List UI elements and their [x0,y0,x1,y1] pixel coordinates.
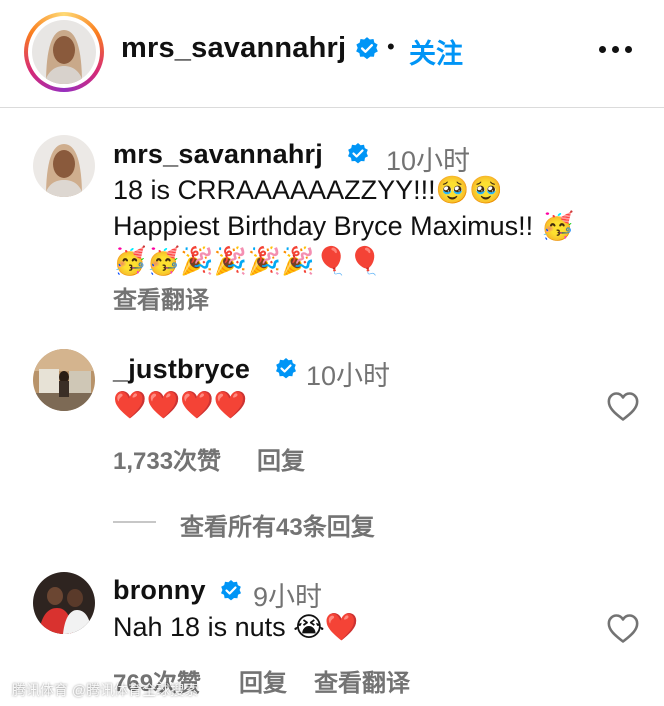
comment-text: ❤️❤️❤️❤️ [113,390,248,420]
replies-divider [113,521,156,523]
heart-icon[interactable] [606,390,640,422]
caption-line: Happiest Birthday Bryce Maximus!! 🥳 [113,211,575,241]
view-all-replies-link[interactable]: 查看所有43条回复 [180,507,375,542]
comment-username[interactable]: bronny [113,575,206,606]
caption-line: 🥳🥳🎉🎉🎉🎉🎈🎈 [113,246,382,276]
caption-avatar[interactable] [33,135,95,197]
comment-translate-link[interactable]: 查看翻译 [314,663,410,698]
watermark: 腾讯体育 @腾讯体育全球搜索 [12,682,199,698]
avatar [32,20,96,84]
comment-avatar[interactable] [33,349,95,411]
verified-badge-icon [348,143,368,164]
follow-button[interactable]: 关注 [409,32,463,71]
caption-translate-link[interactable]: 查看翻译 [113,280,209,315]
comment-timestamp: 9小时 [253,582,323,612]
comment-username[interactable]: _justbryce [113,354,250,385]
story-ring-avatar[interactable] [24,12,104,92]
header-username[interactable]: mrs_savannahrj [121,32,346,65]
comment-like-count[interactable]: 1,733次赞 [113,441,221,476]
caption-line: 18 is CRRAAAAAAZZYY!!!🥹🥹 [113,175,503,205]
comment-reply-button[interactable]: 回复 [257,441,305,476]
comment-text: Nah 18 is nuts 😭❤️ [113,612,359,642]
post-header: mrs_savannahrj • 关注 [0,0,664,108]
verified-badge-icon [221,580,241,601]
verified-badge-icon [276,358,296,379]
comment-avatar[interactable] [33,572,95,634]
separator-dot: • [387,34,395,59]
more-options-icon[interactable] [596,36,636,62]
comment-timestamp: 10小时 [306,361,391,391]
caption-username[interactable]: mrs_savannahrj [113,139,323,170]
comment-reply-button[interactable]: 回复 [239,663,287,698]
avatar-frame [28,16,100,88]
heart-icon[interactable] [606,612,640,644]
verified-badge-icon [356,37,378,60]
